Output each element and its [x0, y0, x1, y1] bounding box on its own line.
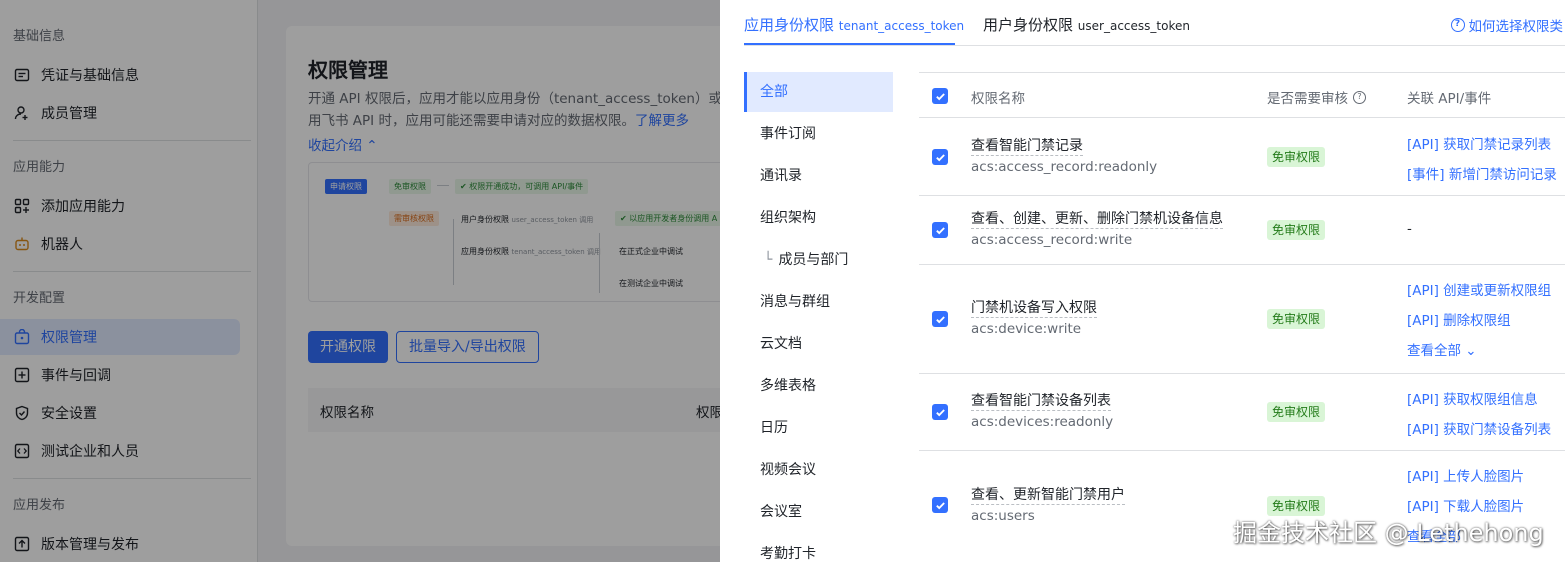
status-badge: 免审权限 — [1267, 220, 1326, 240]
status-badge: 免审权限 — [1267, 147, 1326, 167]
api-link[interactable]: [API] 获取门禁记录列表 — [1407, 133, 1551, 153]
category-messages[interactable]: 消息与群组 — [744, 282, 893, 322]
category-org[interactable]: 组织架构 — [744, 198, 893, 238]
row-checkbox[interactable] — [932, 404, 948, 420]
column-label: 是否需要审核 — [1267, 91, 1348, 107]
permission-name: 查看智能门禁记录 — [971, 138, 1083, 156]
select-all-checkbox[interactable] — [932, 88, 948, 104]
watermark: 掘金技术社区 @ Lethehong — [1233, 519, 1544, 547]
tab-label: 用户身份权限 — [983, 16, 1074, 34]
check-icon — [935, 226, 945, 234]
permission-table: 权限名称 是否需要审核? 关联 API/事件 查看智能门禁记录 acs:acce… — [919, 72, 1565, 562]
view-all-label: 查看全部 — [1407, 343, 1461, 359]
category-meeting-room[interactable]: 会议室 — [744, 492, 893, 532]
column-permission-name: 权限名称 — [971, 91, 1025, 107]
permission-code: acs:users — [971, 508, 1035, 524]
tab-label: 应用身份权限 — [744, 16, 835, 34]
tab-user-identity[interactable]: 用户身份权限 user_access_token — [983, 14, 1190, 35]
table-header: 权限名称 是否需要审核? 关联 API/事件 — [919, 72, 1565, 118]
check-icon — [935, 501, 945, 509]
row-checkbox[interactable] — [932, 497, 948, 513]
category-docs[interactable]: 云文档 — [744, 324, 893, 364]
category-all[interactable]: 全部 — [744, 72, 893, 112]
chevron-down-icon: ⌄ — [1465, 343, 1477, 359]
table-row: 查看智能门禁设备列表 acs:devices:readonly 免审权限 [AP… — [919, 374, 1565, 451]
check-icon — [935, 153, 945, 161]
api-link[interactable]: [API] 获取门禁设备列表 — [1407, 418, 1551, 438]
api-link[interactable]: [API] 下载人脸图片 — [1407, 495, 1524, 515]
category-bitable[interactable]: 多维表格 — [744, 366, 893, 406]
permission-code: acs:access_record:write — [971, 232, 1133, 248]
identity-tabs: 应用身份权限 tenant_access_token 用户身份权限 user_a… — [744, 0, 1565, 46]
category-members-departments[interactable]: └ 成员与部门 — [744, 240, 893, 280]
active-tab-indicator — [744, 43, 955, 45]
api-link[interactable]: [API] 删除权限组 — [1407, 309, 1511, 329]
table-row: 门禁机设备写入权限 acs:device:write 免审权限 [API] 创建… — [919, 265, 1565, 374]
category-attendance[interactable]: 考勤打卡 — [744, 534, 893, 562]
check-icon — [935, 92, 945, 100]
tab-token: user_access_token — [1077, 19, 1190, 33]
table-row: 查看智能门禁记录 acs:access_record:readonly 免审权限… — [919, 118, 1565, 196]
row-checkbox[interactable] — [932, 149, 948, 165]
category-label: 成员与部门 — [778, 252, 849, 268]
permission-name: 查看智能门禁设备列表 — [971, 393, 1111, 411]
table-row: 查看、创建、更新、删除门禁机设备信息 acs:access_record:wri… — [919, 196, 1565, 265]
category-calendar[interactable]: 日历 — [744, 408, 893, 448]
how-to-choose-link[interactable]: ? 如何选择权限类 — [1450, 15, 1564, 35]
event-link[interactable]: [事件] 新增门禁访问记录 — [1407, 163, 1557, 183]
view-all-link[interactable]: 查看全部 ⌄ — [1407, 339, 1477, 359]
row-checkbox[interactable] — [932, 222, 948, 238]
question-icon: ? — [1450, 18, 1465, 32]
tree-branch-icon: └ — [764, 252, 773, 268]
permission-name: 查看、创建、更新、删除门禁机设备信息 — [971, 211, 1223, 229]
column-review: 是否需要审核? — [1267, 87, 1366, 107]
category-contacts[interactable]: 通讯录 — [744, 156, 893, 196]
tab-token: tenant_access_token — [838, 19, 965, 33]
permission-code: acs:access_record:readonly — [971, 159, 1158, 175]
tab-tenant-identity[interactable]: 应用身份权限 tenant_access_token — [744, 14, 964, 35]
modal-backdrop[interactable] — [0, 0, 720, 562]
check-icon — [935, 408, 945, 416]
api-link[interactable]: [API] 上传人脸图片 — [1407, 465, 1524, 485]
status-badge: 免审权限 — [1267, 309, 1326, 329]
row-checkbox[interactable] — [932, 311, 948, 327]
help-label: 如何选择权限类 — [1468, 19, 1564, 35]
check-icon — [935, 315, 945, 323]
api-link[interactable]: [API] 创建或更新权限组 — [1407, 279, 1551, 299]
api-none: - — [1407, 221, 1412, 237]
column-related-api: 关联 API/事件 — [1407, 91, 1492, 107]
api-link[interactable]: [API] 获取权限组信息 — [1407, 388, 1538, 408]
question-icon[interactable]: ? — [1353, 90, 1366, 104]
permission-code: acs:device:write — [971, 321, 1082, 337]
category-events[interactable]: 事件订阅 — [744, 114, 893, 154]
permission-name: 门禁机设备写入权限 — [971, 300, 1097, 318]
category-vc[interactable]: 视频会议 — [744, 450, 893, 490]
permission-code: acs:devices:readonly — [971, 414, 1114, 430]
permission-name: 查看、更新智能门禁用户 — [971, 487, 1125, 505]
permission-drawer: 应用身份权限 tenant_access_token 用户身份权限 user_a… — [720, 0, 1565, 562]
status-badge: 免审权限 — [1267, 402, 1326, 422]
